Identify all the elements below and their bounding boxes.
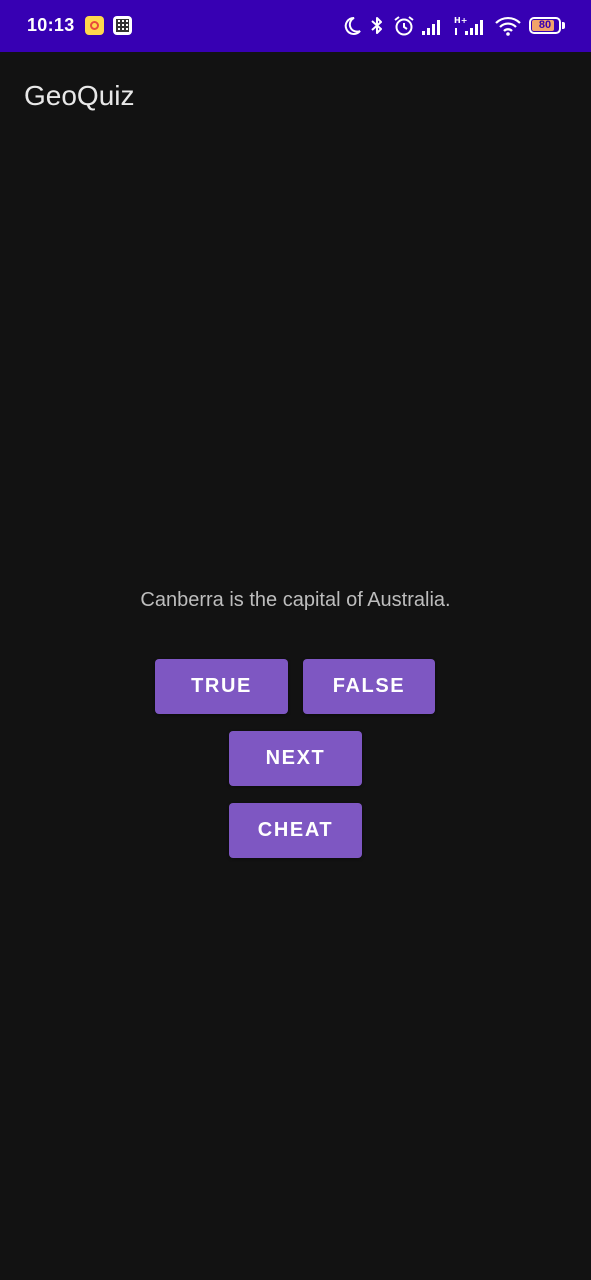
app-title: GeoQuiz bbox=[24, 80, 135, 111]
battery-level: 80 bbox=[538, 19, 552, 31]
cheat-button[interactable]: CHEAT bbox=[229, 803, 362, 858]
signal-hplus-icon: H+ bbox=[454, 16, 483, 35]
app-screen: 10:13 H+ 80 GeoQuiz Canberra is the capi… bbox=[0, 0, 591, 1280]
qr-notification-icon bbox=[113, 16, 132, 35]
next-button[interactable]: NEXT bbox=[229, 731, 362, 786]
true-button[interactable]: TRUE bbox=[155, 659, 288, 714]
status-bar: 10:13 H+ 80 bbox=[0, 0, 591, 52]
status-time: 10:13 bbox=[27, 15, 75, 35]
battery-tip bbox=[562, 22, 565, 29]
battery-icon: 80 bbox=[529, 17, 561, 34]
bluetooth-icon bbox=[371, 17, 382, 34]
svg-text:H+: H+ bbox=[454, 16, 467, 25]
question-text: Canberra is the capital of Australia. bbox=[140, 589, 451, 611]
alarm-icon bbox=[394, 16, 414, 36]
app-notification-icon bbox=[85, 16, 104, 35]
false-button[interactable]: FALSE bbox=[303, 659, 435, 714]
wifi-icon bbox=[495, 16, 521, 36]
signal-icon bbox=[422, 20, 440, 35]
moon-icon bbox=[344, 16, 361, 35]
